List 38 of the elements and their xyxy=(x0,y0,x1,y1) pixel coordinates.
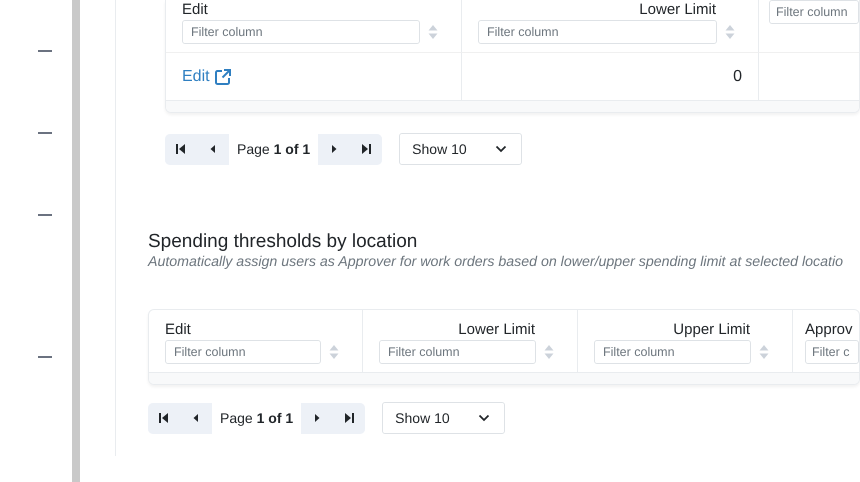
column-header[interactable]: Upper Limit xyxy=(594,320,776,340)
dash-icon[interactable] xyxy=(38,132,52,134)
filter-field[interactable]: Filter c xyxy=(805,340,859,364)
skip-forward-icon xyxy=(343,412,356,424)
page-indicator: Page 1 of 1 xyxy=(220,408,294,428)
section-description: Automatically assign users as Approver for work orders based on lower/upper spending limit at selected locatio xyxy=(148,253,844,271)
dash-icon[interactable] xyxy=(38,50,52,52)
page-size-select[interactable]: Show 10 xyxy=(399,133,522,165)
page-indicator: Page 1 of 1 xyxy=(237,140,310,159)
chevron-down-icon xyxy=(494,145,507,153)
page-size-select[interactable]: Show 10 xyxy=(382,402,505,434)
sort-icon[interactable] xyxy=(725,24,735,40)
section-title: Spending thresholds by location xyxy=(148,231,418,253)
column-header[interactable]: Edit xyxy=(165,320,346,340)
chevron-down-icon xyxy=(478,414,490,422)
column-header[interactable]: Edit xyxy=(182,0,445,20)
filter-field[interactable]: Filter column xyxy=(594,340,751,364)
sort-icon[interactable] xyxy=(759,344,769,360)
sort-icon[interactable] xyxy=(428,24,438,40)
column-header[interactable]: Lower Limit xyxy=(379,320,561,340)
skip-forward-icon xyxy=(360,143,372,155)
filter-field[interactable]: Filter column xyxy=(165,340,321,364)
filter-field[interactable]: Filter column xyxy=(478,20,717,44)
dash-icon[interactable] xyxy=(38,356,52,358)
scrollbar[interactable] xyxy=(72,0,80,482)
sort-icon[interactable] xyxy=(544,344,554,360)
skip-back-icon xyxy=(175,143,187,155)
external-link-icon xyxy=(214,68,232,86)
dash-icon[interactable] xyxy=(38,214,52,216)
filter-field[interactable]: Filter column xyxy=(379,340,536,364)
column-header[interactable]: Approv xyxy=(805,320,859,340)
filter-field[interactable]: Filter column xyxy=(182,20,420,44)
filter-field[interactable]: Filter column xyxy=(769,0,859,24)
sort-icon[interactable] xyxy=(329,344,339,360)
table-cell-text: 0 xyxy=(733,66,742,86)
edit-link[interactable]: Edit xyxy=(182,64,232,88)
column-header[interactable]: Lower Limit xyxy=(478,0,742,20)
skip-back-icon xyxy=(158,412,170,424)
